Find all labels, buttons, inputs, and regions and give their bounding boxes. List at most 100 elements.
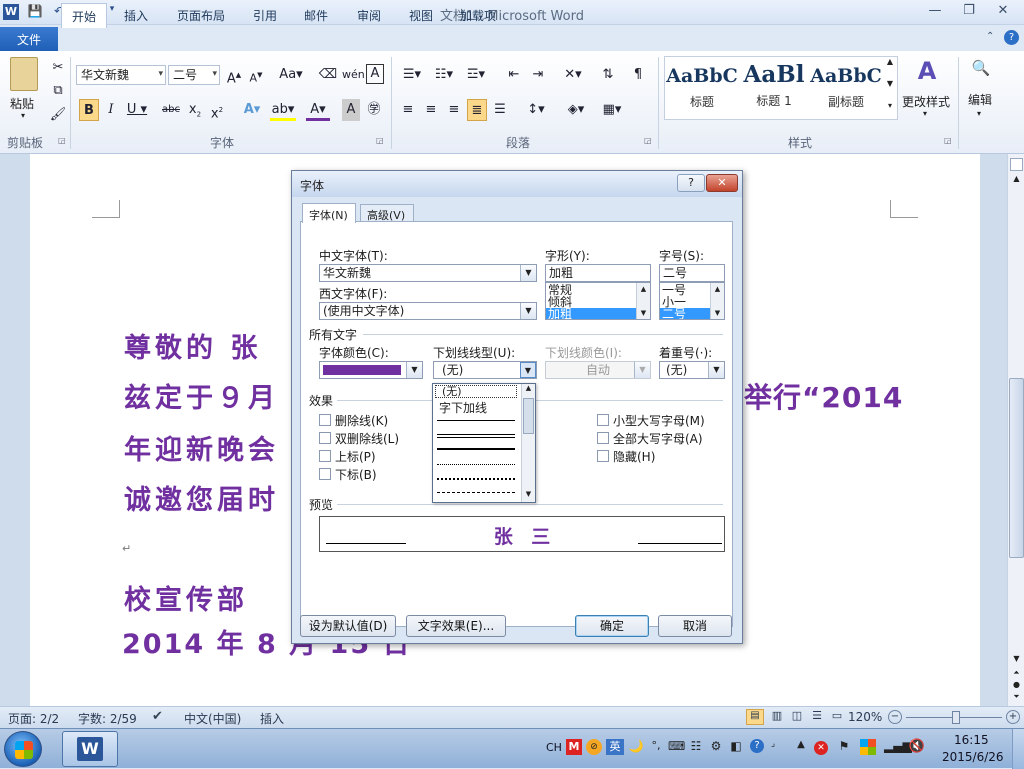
styles-scroll-up-icon[interactable]: ▲ <box>884 57 896 66</box>
select-browse-object-icon[interactable]: ● <box>1010 680 1023 689</box>
text-effects-icon[interactable]: A▾ <box>240 99 264 121</box>
help-icon[interactable]: ? <box>1004 30 1019 45</box>
western-font-select[interactable]: (使用中文字体) ▼ <box>319 302 537 320</box>
grow-font-icon[interactable]: A▲ <box>224 64 244 86</box>
underline-option-thick[interactable] <box>437 448 515 450</box>
ime-tools-icon[interactable]: ☷ <box>688 739 704 755</box>
clock-time[interactable]: 16:15 <box>954 733 989 747</box>
scroll-thumb[interactable] <box>1009 378 1024 558</box>
copy-icon[interactable]: ⧉ <box>48 80 68 102</box>
style-title[interactable]: AaBbC 标题 <box>666 57 738 119</box>
tab-addins[interactable]: 加载项 <box>450 3 506 27</box>
underline-option-dotted-heavy[interactable] <box>437 478 515 480</box>
shading-icon[interactable]: ◈▾ <box>562 99 590 121</box>
security-alert-icon[interactable]: ✕ <box>814 741 828 755</box>
underline-option-words[interactable]: 字下加线 <box>435 399 517 416</box>
subscript-icon[interactable]: x2 <box>186 99 204 121</box>
ruler-toggle-icon[interactable] <box>1010 158 1023 171</box>
subscript-checkbox[interactable] <box>319 468 331 480</box>
italic-button[interactable]: I <box>102 99 120 121</box>
minimize-button[interactable]: — <box>922 3 948 21</box>
zoom-level[interactable]: 120% <box>848 710 882 724</box>
show-hidden-icons-icon[interactable]: ▲ <box>794 739 808 750</box>
page-count[interactable]: 页面: 2/2 <box>8 710 59 727</box>
font-style-input[interactable]: 加粗 <box>545 264 651 282</box>
ime-punctuation-icon[interactable]: °, <box>648 739 664 755</box>
volume-icon[interactable]: 🔇 <box>908 739 926 754</box>
show-desktop-button[interactable] <box>1012 729 1024 769</box>
previous-page-icon[interactable]: ⏶ <box>1010 668 1023 678</box>
tab-review[interactable]: 审阅 <box>347 3 391 27</box>
underline-option-single[interactable] <box>437 420 515 421</box>
underline-style-dropdown[interactable]: (无) 字下加线 ▲ ▼ <box>432 383 536 503</box>
word-count[interactable]: 字数: 2/59 <box>78 710 137 727</box>
underline-color-select[interactable]: 自动 ▼ <box>545 361 651 379</box>
bold-button[interactable]: B <box>79 99 99 121</box>
double-strikethrough-checkbox[interactable] <box>319 432 331 444</box>
scroll-up-icon[interactable]: ▲ <box>522 384 535 392</box>
styles-scroll-down-icon[interactable]: ▼ <box>884 79 896 88</box>
tab-references[interactable]: 引用 <box>243 3 287 27</box>
font-size-input[interactable]: 二号 <box>659 264 725 282</box>
draft-icon[interactable]: ▭ <box>828 709 846 722</box>
justify-icon[interactable]: ≣ <box>467 99 487 121</box>
style-subtitle[interactable]: AaBbC 副标题 <box>810 57 882 119</box>
multilevel-list-icon[interactable]: ☲▾ <box>462 64 490 86</box>
font-name-combo[interactable]: 华文新魏 ▾ <box>76 65 166 85</box>
numbering-icon[interactable]: ☷▾ <box>430 64 458 86</box>
find-icon[interactable]: 🔍 <box>970 59 992 81</box>
list-scrollbar[interactable]: ▲ ▼ <box>710 283 724 319</box>
language-indicator[interactable]: 中文(中国) <box>184 710 241 727</box>
borders-icon[interactable]: ▦▾ <box>598 99 626 121</box>
align-center-icon[interactable]: ≡ <box>421 99 441 121</box>
ime-skin-icon[interactable]: ◧ <box>728 739 744 755</box>
web-layout-icon[interactable]: ◫ <box>788 709 806 722</box>
tab-font[interactable]: 字体(N) <box>302 203 356 223</box>
clear-formatting-icon[interactable]: ⌫ <box>318 64 338 86</box>
windows-update-icon[interactable] <box>860 739 876 755</box>
font-dialog-launcher-icon[interactable]: ◲ <box>376 136 384 145</box>
distributed-icon[interactable]: ☰ <box>490 99 510 121</box>
list-scrollbar[interactable]: ▲ ▼ <box>636 283 650 319</box>
dialog-help-button[interactable]: ? <box>677 174 705 192</box>
small-caps-checkbox[interactable] <box>597 414 609 426</box>
strikethrough-icon[interactable]: abc <box>160 99 182 121</box>
input-language-indicator[interactable]: CH <box>546 741 562 754</box>
font-size-combo[interactable]: 二号 ▾ <box>168 65 220 85</box>
print-layout-icon[interactable]: ▤ <box>746 709 764 725</box>
tab-file[interactable]: 文件 <box>0 27 58 51</box>
tab-mailings[interactable]: 邮件 <box>294 3 338 27</box>
font-color-select[interactable]: ▼ <box>319 361 423 379</box>
highlight-icon[interactable]: ab▾ <box>270 99 296 121</box>
styles-dialog-launcher-icon[interactable]: ◲ <box>944 136 952 145</box>
align-left-icon[interactable]: ≡ <box>398 99 418 121</box>
vertical-scrollbar[interactable]: ▲ ▼ ⏶ ● ⏷ <box>1007 154 1024 706</box>
network-icon[interactable]: ▂▄▆ <box>884 739 912 753</box>
sort-icon[interactable]: ⇅ <box>598 64 618 86</box>
keyboard-icon[interactable]: ⌨ <box>668 739 685 755</box>
font-color-icon[interactable]: A▾ <box>306 99 330 121</box>
clipboard-launcher-icon[interactable]: ◲ <box>58 136 66 145</box>
tab-advanced[interactable]: 高级(V) <box>360 204 414 222</box>
zoom-in-icon[interactable]: + <box>1006 710 1020 724</box>
paste-button-label[interactable]: 粘贴 <box>10 95 34 112</box>
underline-option-none[interactable]: (无) <box>435 385 517 398</box>
minimize-ribbon-icon[interactable]: ⌃ <box>986 31 994 42</box>
decrease-indent-icon[interactable]: ⇤ <box>504 64 524 86</box>
ime-mode-icon[interactable]: ⊘ <box>586 739 602 755</box>
maximize-button[interactable]: ❐ <box>956 3 982 21</box>
bullets-icon[interactable]: ☰▾ <box>398 64 426 86</box>
underline-style-select[interactable]: (无) ▼ <box>433 361 537 379</box>
scroll-down-icon[interactable]: ▼ <box>1010 654 1023 663</box>
format-painter-icon[interactable]: 🖌 <box>48 104 68 126</box>
underline-button[interactable]: U ▾ <box>124 99 150 121</box>
outline-icon[interactable]: ☰ <box>808 709 826 722</box>
superscript-icon[interactable]: x2 <box>208 99 226 121</box>
ime-collapse-icon[interactable]: ⌟ <box>768 739 778 749</box>
zoom-slider-thumb[interactable] <box>952 711 960 724</box>
tab-page-layout[interactable]: 页面布局 <box>167 3 235 27</box>
all-caps-checkbox[interactable] <box>597 432 609 444</box>
ime-icon[interactable]: M <box>566 739 582 755</box>
ok-button[interactable]: 确定 <box>575 615 649 637</box>
edit-button-label[interactable]: 编辑 <box>968 91 992 108</box>
